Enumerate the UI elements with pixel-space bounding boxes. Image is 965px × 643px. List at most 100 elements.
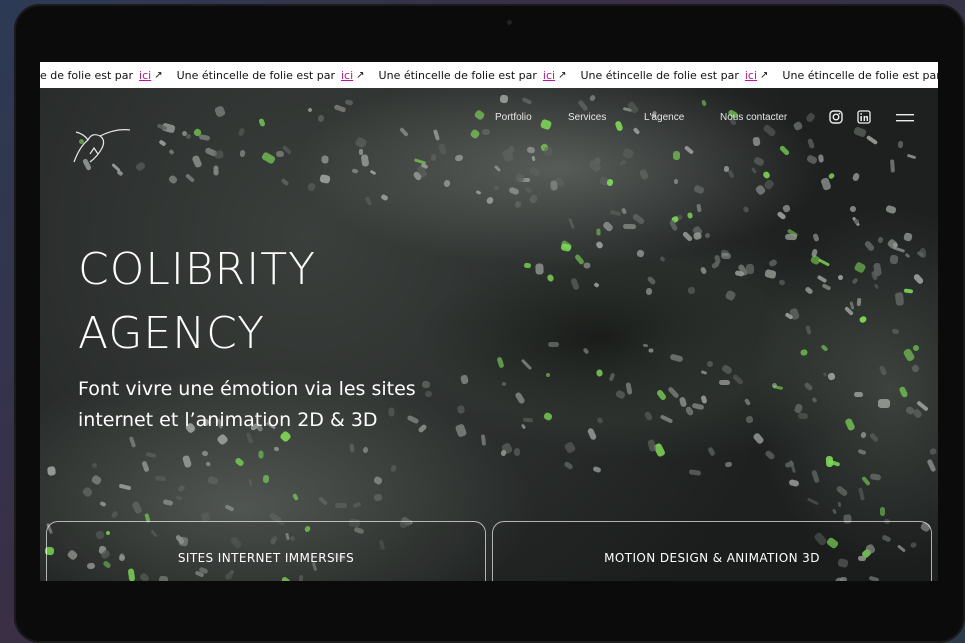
rock-shape: [116, 169, 124, 177]
rock-shape: [110, 510, 119, 519]
rock-shape: [904, 252, 911, 259]
rock-shape: [879, 506, 886, 517]
nav-services[interactable]: Services: [568, 112, 606, 123]
rock-shape: [528, 166, 541, 177]
rock-shape: [614, 389, 627, 400]
rock-shape: [134, 161, 147, 172]
rock-shape: [912, 344, 920, 352]
rock-shape: [167, 174, 179, 185]
rock-shape: [496, 356, 505, 369]
rock-shape: [389, 464, 398, 473]
rock-shape: [177, 484, 186, 493]
rock-shape: [307, 107, 313, 113]
rock-shape: [727, 169, 735, 179]
rock-shape: [762, 123, 777, 138]
rock-shape: [817, 154, 825, 163]
rock-shape: [928, 447, 938, 456]
nav-agence[interactable]: L'agence: [644, 112, 684, 123]
rock-shape: [673, 178, 679, 185]
rock-shape: [456, 405, 466, 414]
rock-shape: [442, 179, 452, 188]
rock-shape: [508, 186, 520, 196]
rock-shape: [262, 474, 270, 484]
rock-shape: [543, 146, 553, 157]
rock-shape: [622, 223, 637, 230]
rock-shape: [800, 349, 808, 356]
rock-shape: [849, 205, 857, 213]
rock-shape: [857, 487, 866, 501]
rock-shape: [570, 277, 580, 291]
rock-shape: [811, 469, 820, 484]
rock-shape: [710, 260, 721, 270]
instagram-icon[interactable]: [829, 110, 843, 124]
nav-contact[interactable]: Nous contacter: [720, 112, 787, 123]
rock-shape: [659, 414, 674, 424]
marquee-segment: Une étincelle de folie est par ici: [782, 69, 938, 82]
rock-shape: [903, 232, 913, 242]
rock-shape: [762, 170, 771, 180]
rock-shape: [417, 423, 428, 434]
rock-shape: [683, 145, 695, 155]
hummingbird-logo-icon[interactable]: [70, 126, 132, 164]
rock-shape: [889, 254, 899, 265]
rock-shape: [594, 240, 605, 250]
rock-shape: [333, 104, 347, 113]
rock-shape: [535, 263, 544, 275]
hero-subtitle-line1: Font vivre une émotion via les sites: [78, 378, 416, 400]
rock-shape: [724, 289, 737, 302]
rock-shape: [542, 411, 554, 422]
rock-shape: [531, 155, 536, 162]
rock-shape: [546, 273, 555, 283]
rock-shape: [548, 342, 559, 347]
rock-shape: [586, 427, 598, 441]
rock-shape: [292, 492, 299, 502]
marquee-link[interactable]: ici: [543, 69, 555, 82]
rock-shape: [816, 274, 828, 284]
rock-shape: [851, 277, 859, 285]
rock-shape: [746, 264, 754, 274]
rock-shape: [596, 416, 604, 425]
rock-shape: [885, 204, 897, 215]
rock-shape: [592, 465, 602, 474]
rock-shape: [797, 412, 809, 420]
rock-shape: [827, 172, 836, 180]
rock-shape: [539, 118, 553, 131]
rock-shape: [319, 173, 331, 185]
rock-shape: [344, 99, 354, 106]
rock-shape: [865, 134, 879, 146]
rock-shape: [175, 494, 183, 502]
rock-shape: [667, 386, 680, 399]
rock-shape: [832, 508, 837, 515]
rock-shape: [588, 94, 597, 102]
nav-portfolio[interactable]: Portfolio: [495, 112, 532, 123]
rock-shape: [856, 297, 862, 307]
rock-shape: [608, 372, 616, 382]
rock-shape: [234, 456, 245, 468]
rock-shape: [354, 136, 368, 149]
hero-title-line1: COLIBRITY: [78, 244, 316, 295]
rock-shape: [306, 181, 317, 193]
rock-shape: [469, 128, 481, 140]
hamburger-menu-icon[interactable]: [896, 113, 914, 123]
marquee-link[interactable]: ici: [139, 69, 151, 82]
rock-shape: [198, 133, 211, 142]
linkedin-icon[interactable]: [857, 110, 871, 124]
rock-shape: [273, 446, 280, 452]
rock-shape: [898, 385, 909, 399]
rock-shape: [317, 114, 325, 123]
card-motion-design[interactable]: MOTION DESIGN & ANIMATION 3D: [492, 521, 932, 581]
rock-shape: [844, 417, 856, 432]
rock-shape: [480, 434, 487, 446]
rock-shape: [317, 496, 329, 506]
marquee-text: Une étincelle de folie est par: [782, 68, 938, 82]
marquee-link[interactable]: ici: [745, 69, 757, 82]
rock-shape: [528, 193, 539, 205]
card-sites-internet[interactable]: SITES INTERNET IMMERSIFS: [46, 521, 486, 581]
marquee-link[interactable]: ici: [341, 69, 353, 82]
rock-shape: [707, 446, 716, 457]
rock-shape: [906, 153, 917, 160]
rock-shape: [912, 272, 925, 286]
rock-shape: [369, 169, 377, 176]
rock-shape: [692, 231, 703, 241]
rock-shape: [878, 364, 888, 377]
